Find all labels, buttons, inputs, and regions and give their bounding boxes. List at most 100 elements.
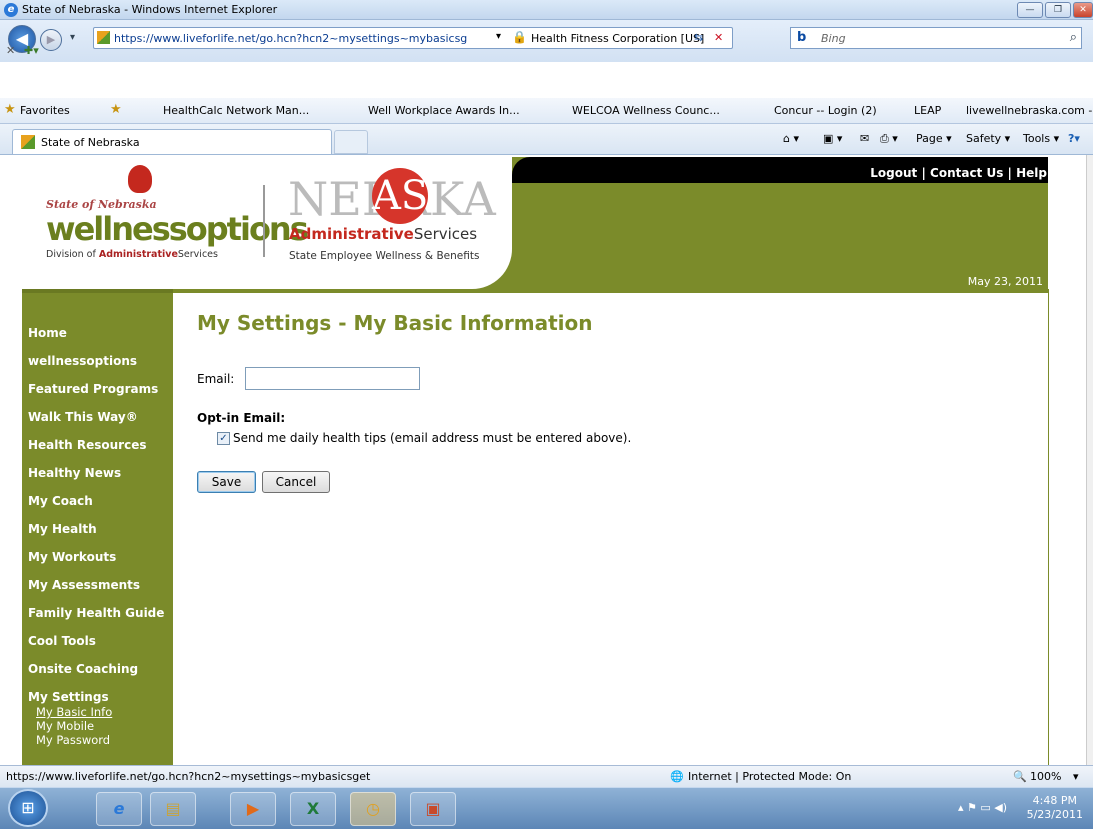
- favorite-link-concur[interactable]: Concur -- Login (2): [774, 104, 877, 117]
- nav-item-home[interactable]: Home: [28, 326, 67, 340]
- taskbar-explorer-icon[interactable]: ▤: [150, 792, 196, 826]
- security-zone-label[interactable]: Internet | Protected Mode: On: [688, 770, 851, 783]
- nav-item-onsite-coaching[interactable]: Onsite Coaching: [28, 662, 138, 676]
- favorite-link-healthcalc[interactable]: HealthCalc Network Man...: [163, 104, 309, 117]
- wo-sub-prefix: Division of: [46, 249, 99, 260]
- favorites-button[interactable]: Favorites: [20, 104, 70, 117]
- logout-link[interactable]: Logout: [870, 166, 917, 180]
- nav-item-my-coach[interactable]: My Coach: [28, 494, 93, 508]
- recent-pages-dropdown[interactable]: ▾: [70, 32, 75, 43]
- stop-icon[interactable]: ✕: [714, 31, 723, 44]
- clock-time: 4:48 PM: [1032, 794, 1077, 807]
- header-date: May 23, 2011: [967, 275, 1043, 288]
- subnav-my-basic-info[interactable]: My Basic Info: [36, 705, 112, 719]
- contact-us-link[interactable]: Contact Us: [930, 166, 1003, 180]
- window-title: State of Nebraska - Windows Internet Exp…: [22, 3, 278, 16]
- wo-sub-suffix: Services: [177, 249, 218, 260]
- subnav-my-mobile[interactable]: My Mobile: [36, 719, 94, 733]
- save-button[interactable]: Save: [197, 471, 256, 493]
- certificate-label[interactable]: Health Fitness Corporation [US]: [531, 32, 704, 45]
- nebraska-logo-subtitle: State Employee Wellness & Benefits: [289, 250, 480, 262]
- cancel-button[interactable]: Cancel: [262, 471, 330, 493]
- daily-tips-checkbox[interactable]: ✓: [217, 432, 230, 445]
- close-window-button[interactable]: ✕: [1073, 2, 1093, 18]
- taskbar-media-icon[interactable]: ▶: [230, 792, 276, 826]
- home-icon[interactable]: ⌂ ▾: [783, 132, 799, 145]
- safety-menu[interactable]: Safety ▾: [966, 132, 1010, 145]
- system-tray-icons[interactable]: ▴ ⚑ ▭ ◀): [958, 801, 1007, 814]
- taskbar-outlook-icon[interactable]: ◷: [350, 792, 396, 826]
- search-placeholder[interactable]: Bing: [821, 32, 846, 45]
- address-url[interactable]: https://www.liveforlife.net/go.hcn?hcn2~…: [114, 32, 467, 45]
- nav-item-my-assessments[interactable]: My Assessments: [28, 578, 140, 592]
- compatibility-icon[interactable]: ✚▾: [24, 44, 39, 57]
- help-link[interactable]: Help: [1016, 166, 1047, 180]
- daily-tips-label: Send me daily health tips (email address…: [233, 431, 632, 445]
- vertical-scrollbar[interactable]: [1086, 155, 1093, 765]
- tools-menu[interactable]: Tools ▾: [1023, 132, 1059, 145]
- nav-item-cool-tools[interactable]: Cool Tools: [28, 634, 96, 648]
- taskbar-app-icon[interactable]: ▣: [410, 792, 456, 826]
- favorite-link-well-workplace[interactable]: Well Workplace Awards In...: [368, 104, 520, 117]
- nav-item-walk-this-way[interactable]: Walk This Way®: [28, 410, 138, 424]
- mail-icon[interactable]: ✉: [860, 132, 869, 145]
- taskbar-ie-icon[interactable]: e: [96, 792, 142, 826]
- tab-state-of-nebraska[interactable]: State of Nebraska: [12, 129, 332, 154]
- logo-divider: [263, 185, 265, 257]
- search-box[interactable]: b Bing ⌕: [790, 27, 1082, 49]
- wo-sub-bold: Administrative: [98, 249, 178, 260]
- print-icon[interactable]: ⎙ ▾: [880, 132, 898, 146]
- nav-item-family-health-guide[interactable]: Family Health Guide: [28, 606, 164, 620]
- forward-button[interactable]: ▶: [40, 29, 62, 51]
- tab-title: State of Nebraska: [41, 136, 140, 149]
- nav-item-healthy-news[interactable]: Healthy News: [28, 466, 121, 480]
- nav-item-my-workouts[interactable]: My Workouts: [28, 550, 116, 564]
- nebraska-admin-rest: Services: [413, 225, 478, 243]
- link-separator: |: [1003, 166, 1017, 180]
- status-bar: https://www.liveforlife.net/go.hcn?hcn2~…: [0, 765, 1093, 787]
- left-navigation: Home wellnessoptions Featured Programs W…: [22, 289, 173, 765]
- email-label: Email:: [197, 372, 235, 386]
- email-field[interactable]: [245, 367, 420, 390]
- address-dropdown-icon[interactable]: ▾: [496, 31, 501, 42]
- wellnessoptions-logo: wellnessoptions: [46, 210, 309, 248]
- tab-favicon-icon: [21, 135, 35, 149]
- nav-item-my-health[interactable]: My Health: [28, 522, 97, 536]
- favorite-link-livewellnebraska[interactable]: livewellnebraska.com - Br...: [966, 104, 1093, 117]
- checkmark-icon: ✓: [219, 433, 228, 444]
- subnav-my-password[interactable]: My Password: [36, 733, 110, 747]
- menu-close-icon[interactable]: ✕: [6, 44, 15, 57]
- nebraska-admin-logo: AdministrativeServices: [289, 225, 477, 243]
- start-button[interactable]: ⊞: [8, 789, 48, 827]
- new-tab-button[interactable]: [334, 130, 368, 154]
- minimize-button[interactable]: —: [1017, 2, 1043, 18]
- clock-date: 5/23/2011: [1026, 808, 1083, 821]
- favorites-bar: ★ Favorites ★ HealthCalc Network Man... …: [0, 98, 1093, 124]
- taskbar-clock[interactable]: 4:48 PM 5/23/2011: [1027, 794, 1083, 822]
- search-icon[interactable]: ⌕: [1070, 30, 1077, 45]
- lock-icon[interactable]: 🔒: [512, 30, 527, 44]
- nav-item-health-resources[interactable]: Health Resources: [28, 438, 146, 452]
- nav-item-wellnessoptions[interactable]: wellnessoptions: [28, 354, 137, 368]
- window-titlebar: e State of Nebraska - Windows Internet E…: [0, 0, 1093, 20]
- taskbar-excel-icon[interactable]: X: [290, 792, 336, 826]
- maximize-button[interactable]: ❐: [1045, 2, 1071, 18]
- address-bar[interactable]: https://www.liveforlife.net/go.hcn?hcn2~…: [93, 27, 733, 49]
- internet-zone-icon: 🌐: [670, 770, 684, 783]
- favorite-link-leap[interactable]: LEAP: [914, 104, 941, 117]
- help-icon[interactable]: ?▾: [1068, 132, 1080, 145]
- zoom-dropdown-icon[interactable]: ▾: [1073, 770, 1079, 783]
- bing-logo-icon: b: [797, 30, 807, 45]
- page-menu[interactable]: Page ▾: [916, 132, 952, 145]
- nav-item-my-settings[interactable]: My Settings: [28, 690, 109, 704]
- wellnessoptions-logo-sub: Division of AdministrativeServices: [46, 249, 218, 260]
- refresh-icon[interactable]: ⇆: [694, 31, 703, 44]
- status-url: https://www.liveforlife.net/go.hcn?hcn2~…: [6, 770, 371, 783]
- ie-icon: e: [4, 3, 18, 17]
- add-favorite-icon[interactable]: ★: [110, 102, 122, 117]
- favorite-link-welcoa[interactable]: WELCOA Wellness Counc...: [572, 104, 720, 117]
- feeds-icon[interactable]: ▣ ▾: [823, 132, 842, 145]
- nav-item-featured-programs[interactable]: Featured Programs: [28, 382, 158, 396]
- zoom-level[interactable]: 100%: [1030, 770, 1061, 783]
- wellness-figure-icon: [128, 165, 152, 193]
